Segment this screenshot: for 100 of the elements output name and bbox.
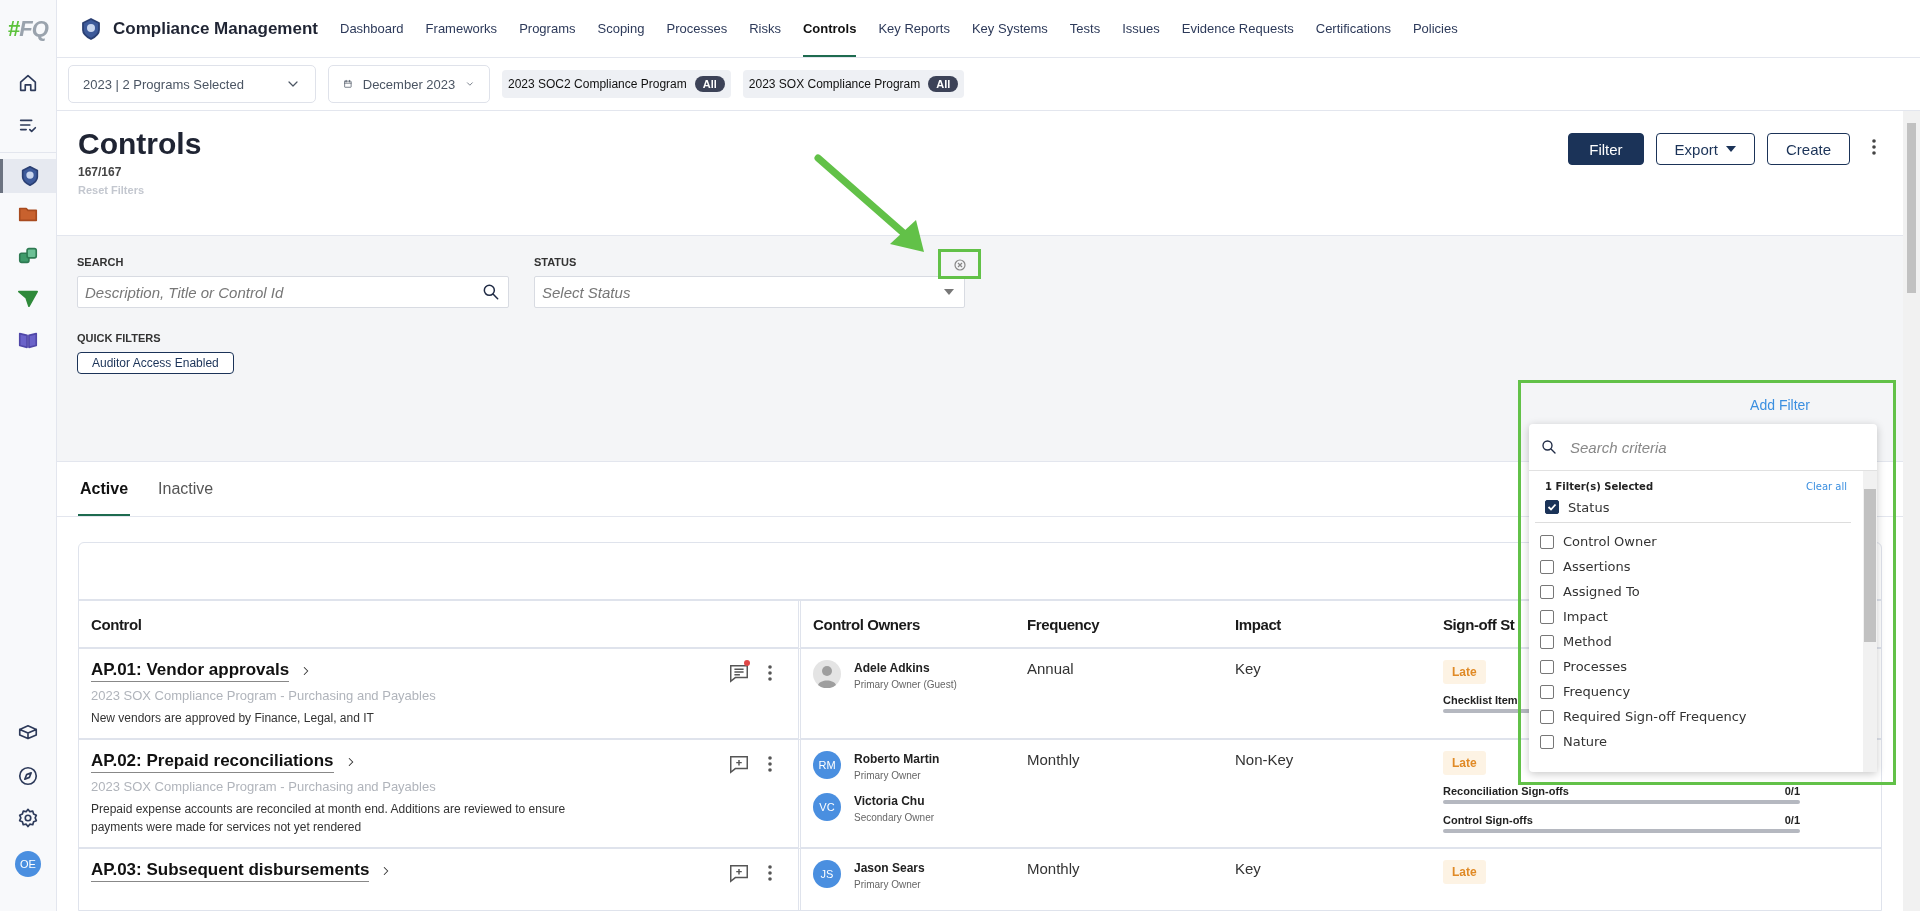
tab[interactable]: Inactive xyxy=(156,480,216,516)
status-badge: Late xyxy=(1443,660,1486,684)
more-icon[interactable] xyxy=(1872,139,1876,155)
frequency-cell: Monthly xyxy=(1015,740,1223,849)
highlight-box xyxy=(938,249,981,279)
owner-name: Adele Adkins xyxy=(854,661,931,675)
checkbox[interactable] xyxy=(1540,634,1554,649)
nav-tab[interactable]: Certifications xyxy=(1315,0,1391,57)
signoff-count: 0/1 xyxy=(1784,814,1800,826)
nav-tab[interactable]: Scoping xyxy=(597,0,645,57)
avatar-silhouette xyxy=(813,660,841,688)
program-text: 2023 SOX Compliance Program - Purchasing and Payables xyxy=(91,779,437,794)
frequency-cell: Annual xyxy=(1015,649,1223,740)
nav-tab[interactable]: Tests xyxy=(1069,0,1101,57)
tab[interactable]: Active xyxy=(78,480,131,516)
more-icon[interactable] xyxy=(768,756,772,772)
nav-tab[interactable]: Evidence Requests xyxy=(1181,0,1294,57)
option-label[interactable]: Control Owner xyxy=(1563,534,1657,549)
option-label[interactable]: Frequency xyxy=(1563,684,1631,699)
checkbox[interactable] xyxy=(1540,609,1554,624)
option-label[interactable]: Status xyxy=(1568,499,1610,515)
owner-avatar: RM xyxy=(813,751,841,779)
nav-tab[interactable]: Controls xyxy=(802,0,857,57)
control-link[interactable]: AP.01: Vendor approvals xyxy=(91,660,290,682)
control-description: New vendors are approved by Finance, Legal, and IT xyxy=(91,710,375,727)
nav-tab[interactable]: Programs xyxy=(519,0,576,57)
option-label[interactable]: Assigned To xyxy=(1563,584,1640,599)
frequency-cell: Monthly xyxy=(1015,849,1223,911)
status-select[interactable]: Select Status xyxy=(534,276,965,308)
column-header: Impact xyxy=(1223,601,1431,649)
checkbox[interactable] xyxy=(1540,584,1554,599)
owner-role: Secondary Owner xyxy=(854,812,935,823)
owner-role: Primary Owner (Guest) xyxy=(854,679,957,690)
option-label[interactable]: Assertions xyxy=(1563,559,1631,574)
clear-icon[interactable] xyxy=(954,259,966,271)
program-select[interactable]: 2023 | 2 Programs Selected xyxy=(68,65,316,103)
owner-name: Victoria Chu xyxy=(854,794,926,808)
caret-icon xyxy=(944,289,954,295)
nav-tab[interactable]: Dashboard xyxy=(340,0,404,57)
create-button[interactable]: Create xyxy=(1766,133,1850,165)
field-label: QUICK FILTERS xyxy=(77,332,161,344)
add-comment-icon[interactable] xyxy=(728,753,750,775)
nav-tab[interactable]: Issues xyxy=(1122,0,1160,57)
column-header: Frequency xyxy=(1015,601,1223,649)
control-description: Prepaid expense accounts are reconciled at month end. Additions are reviewed to ensure payments were made for services not yet rendered xyxy=(91,801,567,836)
nav-tab[interactable]: Risks xyxy=(749,0,781,57)
add-comment-icon[interactable] xyxy=(728,862,750,884)
search-icon xyxy=(481,282,501,302)
checkbox[interactable] xyxy=(1540,534,1554,549)
program-chip[interactable]: 2023 SOC2 Compliance Program All xyxy=(502,70,731,98)
column-header: Control xyxy=(79,601,801,649)
nav-tab[interactable]: Frameworks xyxy=(425,0,498,57)
option-label[interactable]: Processes xyxy=(1563,659,1628,674)
checkbox[interactable] xyxy=(1540,559,1554,574)
home-icon[interactable] xyxy=(17,72,39,94)
column-header: Control Owners xyxy=(801,601,1015,649)
impact-cell: Key xyxy=(1223,849,1431,911)
option-label[interactable]: Impact xyxy=(1563,609,1608,624)
field-label: STATUS xyxy=(534,256,577,268)
clear-all-link[interactable]: Clear all xyxy=(1806,481,1847,492)
caret-icon xyxy=(1725,146,1736,152)
owner-name: Roberto Martin xyxy=(854,752,940,766)
scrollbar[interactable] xyxy=(1863,471,1877,772)
control-link[interactable]: AP.02: Prepaid reconciliations xyxy=(91,751,334,773)
settings-icon[interactable] xyxy=(17,807,39,829)
owner-avatar: VC xyxy=(813,793,841,821)
owner-avatar: JS xyxy=(813,860,841,888)
option-label[interactable]: Nature xyxy=(1563,734,1608,749)
option-label[interactable]: Required Sign-off Frequency xyxy=(1563,709,1747,724)
search-field[interactable]: Description, Title or Control Id xyxy=(77,276,509,308)
export-button[interactable]: Export xyxy=(1655,133,1755,165)
program-text: 2023 SOX Compliance Program - Purchasing and Payables xyxy=(91,688,437,703)
program-name: 2023 SOX Compliance Program xyxy=(748,77,921,91)
compass-icon[interactable] xyxy=(17,765,39,787)
option-label[interactable]: Method xyxy=(1563,634,1612,649)
status-badge: Late xyxy=(1443,751,1486,775)
checkbox[interactable] xyxy=(1540,709,1554,724)
nav-tab[interactable]: Policies xyxy=(1412,0,1458,57)
owner-name: Jason Sears xyxy=(854,861,925,875)
program-chip[interactable]: 2023 SOX Compliance Program All xyxy=(742,70,965,98)
filter-button[interactable]: Filter xyxy=(1568,133,1644,165)
more-icon[interactable] xyxy=(768,865,772,881)
nav-tab[interactable]: Key Reports xyxy=(878,0,950,57)
checkbox[interactable] xyxy=(1545,500,1559,514)
quick-filter-chip[interactable]: Auditor Access Enabled xyxy=(77,352,234,374)
app-title: Compliance Management xyxy=(113,18,318,39)
checkbox[interactable] xyxy=(1540,734,1554,749)
checkbox[interactable] xyxy=(1540,684,1554,699)
impact-cell: Key xyxy=(1223,649,1431,740)
nav-tab[interactable]: Key Systems xyxy=(971,0,1048,57)
period-select[interactable]: December 2023 xyxy=(328,65,490,103)
checkbox[interactable] xyxy=(1540,659,1554,674)
more-icon[interactable] xyxy=(768,665,772,681)
control-link[interactable]: AP.03: Subsequent disbursements xyxy=(91,860,370,882)
scrollbar[interactable] xyxy=(1903,111,1920,911)
nav-tab[interactable]: Processes xyxy=(666,0,728,57)
comments-icon[interactable] xyxy=(728,662,750,684)
owner-role: Primary Owner xyxy=(854,879,922,890)
program-name: 2023 SOC2 Compliance Program xyxy=(508,77,687,91)
scope-badge: All xyxy=(694,76,725,92)
